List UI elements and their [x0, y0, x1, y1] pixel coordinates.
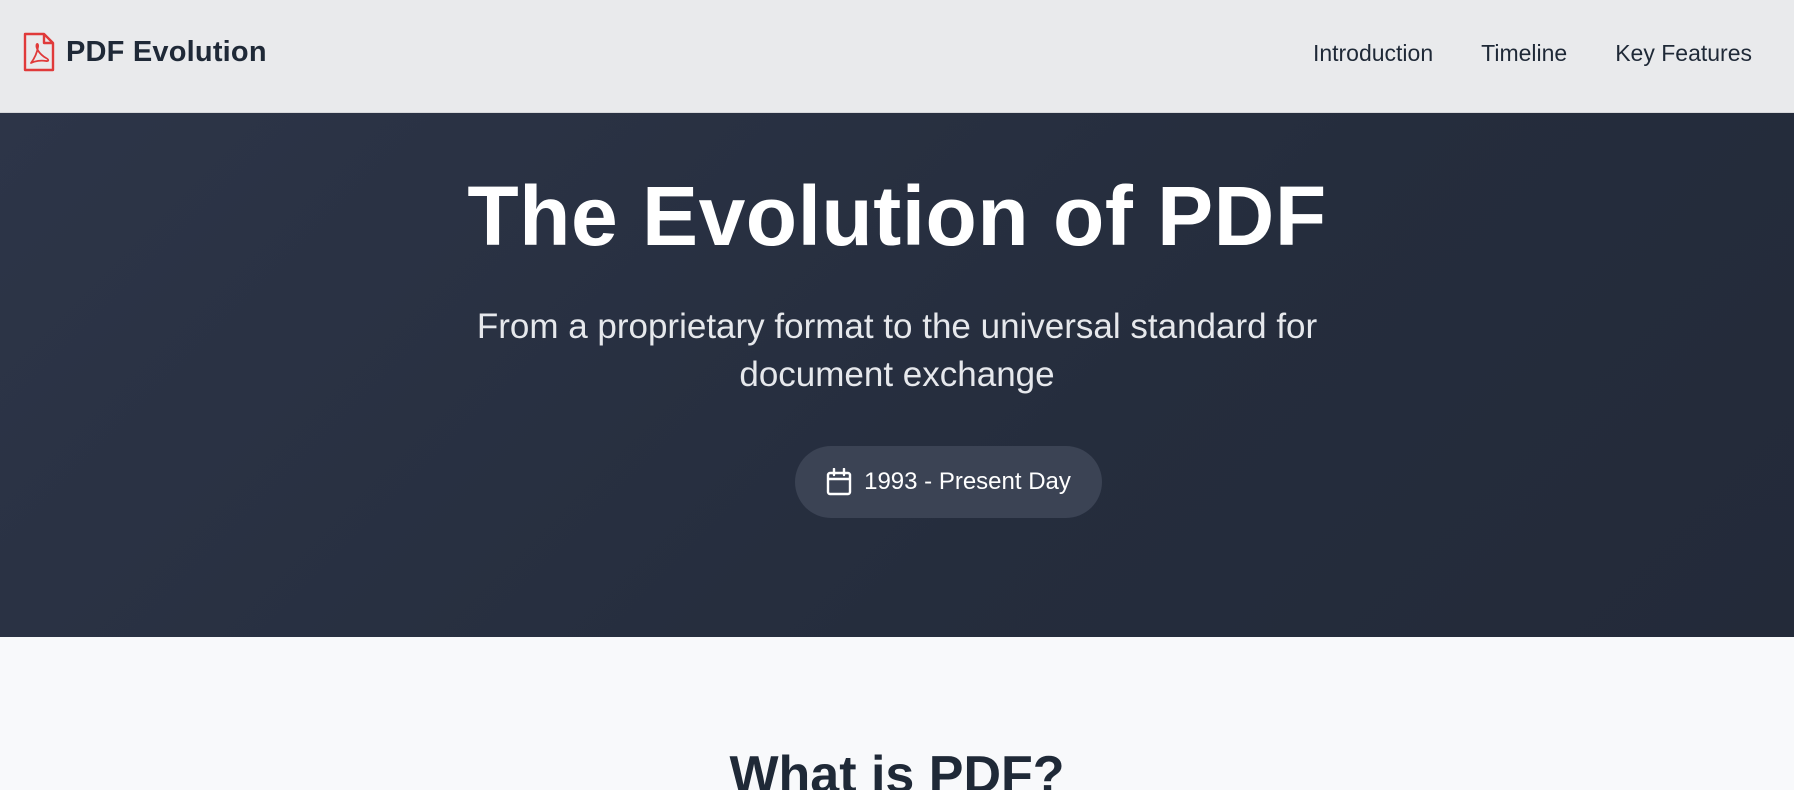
nav-link-key-features[interactable]: Key Features — [1615, 40, 1752, 67]
hero-subtitle: From a proprietary format to the univers… — [476, 307, 1318, 394]
hero-title: The Evolution of PDF — [467, 169, 1327, 263]
main-nav: Introduction Timeline Key Features — [1313, 40, 1752, 67]
brand-logo-link[interactable]: PDF Evolution — [22, 32, 267, 72]
date-range-text: 1993 - Present Day — [864, 468, 1071, 495]
nav-link-introduction[interactable]: Introduction — [1313, 40, 1433, 67]
calendar-icon — [826, 468, 852, 496]
hero-section: The Evolution of PDF From a proprietary … — [0, 113, 1794, 637]
nav-link-timeline[interactable]: Timeline — [1481, 40, 1567, 67]
pdf-file-icon — [23, 32, 55, 72]
brand-name: PDF Evolution — [66, 35, 267, 68]
site-header: PDF Evolution Introduction Timeline Key … — [0, 0, 1794, 113]
section-title: What is PDF? — [729, 746, 1065, 790]
what-is-pdf-section: What is PDF? — [0, 637, 1794, 790]
date-range-badge: 1993 - Present Day — [795, 446, 1102, 518]
